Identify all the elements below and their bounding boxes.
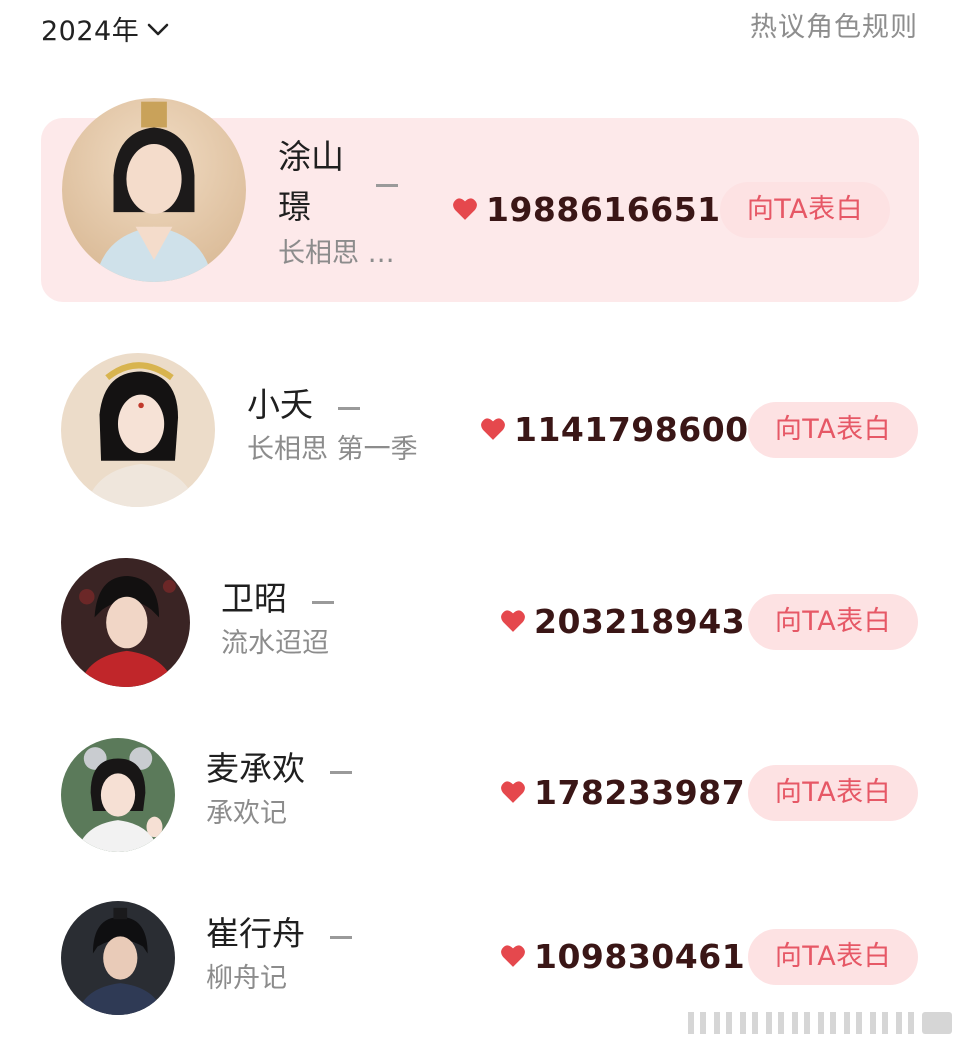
- score-value: 109830461: [534, 936, 746, 976]
- watermark-logo: [688, 1012, 952, 1034]
- name-block: 小夭 长相思 第一季: [247, 380, 418, 470]
- name-block: 麦承欢 承欢记: [206, 744, 353, 834]
- drama-title: 承欢记: [206, 798, 287, 829]
- rank-change-indicator: [376, 184, 398, 187]
- heat-score: 109830461: [500, 931, 745, 981]
- drama-title: 流水迢迢: [221, 628, 329, 659]
- heart-icon: [501, 945, 525, 967]
- rank-change-indicator: [330, 936, 353, 939]
- rank-change-indicator: [338, 407, 361, 410]
- character-name-line2: 璟: [278, 187, 311, 226]
- heart-icon: [501, 610, 525, 632]
- confess-button[interactable]: 向TA表白: [748, 929, 918, 985]
- chevron-down-icon: [147, 23, 169, 36]
- year-label: 2024年: [41, 15, 140, 47]
- top-bar: 2024年 热议角色规则: [0, 0, 960, 60]
- rank-change-indicator: [330, 771, 353, 774]
- character-name: 小夭: [247, 385, 313, 424]
- character-name: 卫昭: [221, 579, 287, 618]
- name-block: 卫昭 流水迢迢: [221, 574, 335, 664]
- year-selector[interactable]: 2024年: [41, 8, 171, 48]
- heat-score: 203218943: [500, 596, 745, 646]
- confess-button[interactable]: 向TA表白: [748, 765, 918, 821]
- score-value: 1141798600: [514, 409, 749, 449]
- score-value: 203218943: [534, 601, 746, 641]
- avatar[interactable]: [61, 901, 175, 1015]
- name-block: 崔行舟 柳舟记: [206, 909, 353, 999]
- avatar[interactable]: [61, 353, 215, 507]
- avatar[interactable]: [61, 738, 175, 852]
- drama-title: 柳舟记: [206, 963, 287, 994]
- score-value: 1988616651: [486, 189, 721, 229]
- heat-score: 178233987: [500, 767, 745, 817]
- heat-score: 1141798600: [480, 404, 749, 454]
- confess-button[interactable]: 向TA表白: [748, 594, 918, 650]
- heart-icon: [501, 781, 525, 803]
- drama-title: 长相思 …: [278, 238, 395, 269]
- character-name: 崔行舟: [206, 914, 305, 953]
- avatar[interactable]: [62, 98, 246, 282]
- character-name: 麦承欢: [206, 749, 305, 788]
- heat-score: 1988616651: [452, 184, 721, 234]
- confess-button[interactable]: 向TA表白: [748, 402, 918, 458]
- heart-icon: [453, 198, 477, 220]
- drama-title: 长相思 第一季: [247, 434, 418, 465]
- character-name: 涂山: [278, 137, 344, 176]
- rank-change-indicator: [312, 601, 335, 604]
- name-block: 涂山 璟 长相思 …: [278, 132, 398, 274]
- rules-link[interactable]: 热议角色规则: [750, 8, 918, 48]
- heart-icon: [481, 418, 505, 440]
- confess-button[interactable]: 向TA表白: [720, 182, 890, 238]
- avatar[interactable]: [61, 558, 190, 687]
- score-value: 178233987: [534, 772, 746, 812]
